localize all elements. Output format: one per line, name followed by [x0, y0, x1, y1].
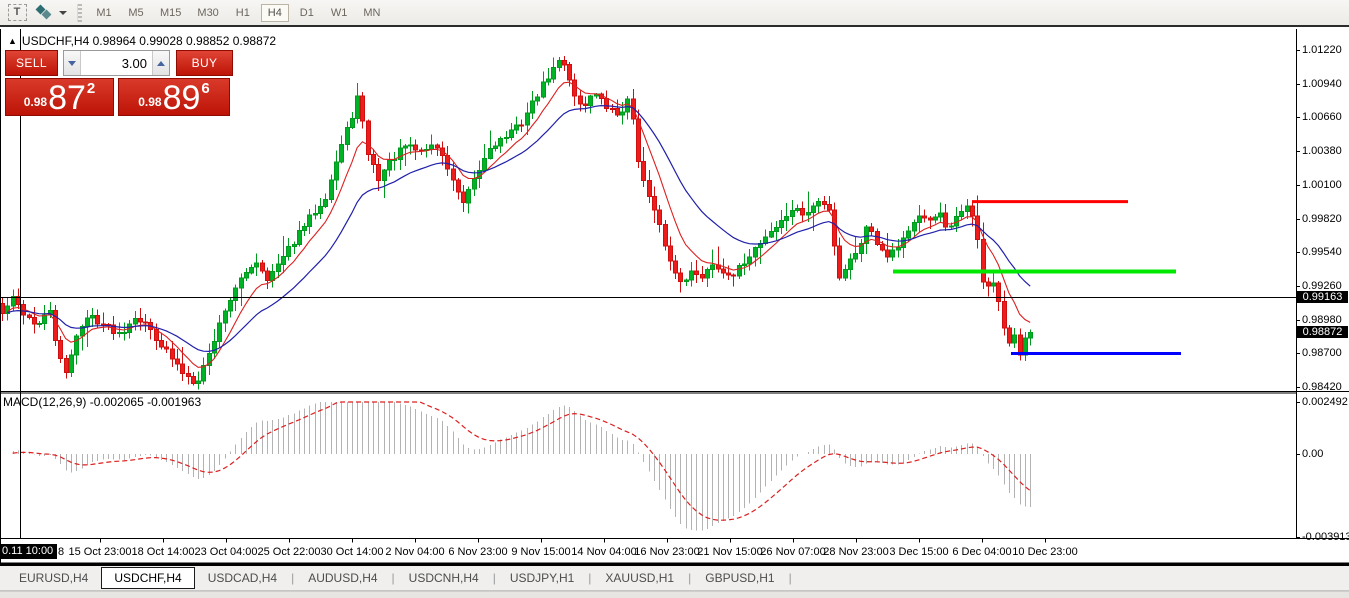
time-axis-tick-label: 2 Nov 04:00 — [385, 546, 445, 558]
price-axis-tick: 1.00940 — [1302, 77, 1342, 90]
triangle-down-icon — [68, 60, 76, 66]
time-axis-tick-label: 25 Oct 22:00 — [257, 546, 321, 558]
time-axis-tick-label: 30 Oct 14:00 — [320, 546, 384, 558]
tab-usdcad-h4[interactable]: USDCAD,H4 — [195, 568, 290, 588]
time-axis-tick-label: 18 Oct 14:00 — [131, 546, 195, 558]
time-axis-tick-label: 3 Dec 15:00 — [889, 546, 949, 558]
volume-stepper — [63, 50, 170, 76]
dropdown-caret-icon[interactable] — [59, 10, 67, 15]
tab-xauusd-h1[interactable]: XAUUSD,H1 — [592, 568, 687, 588]
symbol-ohlc-text: USDCHF,H4 0.98964 0.99028 0.98852 0.9887… — [21, 34, 277, 48]
buy-price-prefix: 0.98 — [138, 95, 162, 109]
sell-price-big: 87 — [48, 79, 86, 117]
mt4-terminal: T M1 M5 M15 M30 H1 H4 D1 W1 MN ▲ USDCHF,H4 0.989… — [0, 0, 1349, 598]
tab-usdcnh-h4[interactable]: USDCNH,H4 — [396, 568, 492, 588]
sell-price-box[interactable]: 0.98 87 2 — [5, 78, 114, 116]
price-axis-tick: 0.98980 — [1302, 313, 1342, 326]
price-axis-tick: 1.00100 — [1302, 178, 1342, 191]
time-axis-tick-label: 6 Dec 04:00 — [952, 546, 1012, 558]
tab-gbpusd-h1[interactable]: GBPUSD,H1 — [692, 568, 787, 588]
price-axis-tick: 0.98700 — [1302, 347, 1342, 360]
toolbar-grip[interactable] — [77, 3, 82, 22]
chart-window: ▲ USDCHF,H4 0.98964 0.99028 0.98852 0.98… — [0, 29, 1349, 566]
volume-decrease-button[interactable] — [64, 51, 81, 75]
price-axis-highlight: 0.99163 — [1297, 290, 1348, 303]
time-axis-tick-label: 9 Nov 15:00 — [511, 546, 571, 558]
timeframe-button-mn[interactable]: MN — [357, 4, 386, 22]
time-axis-tick-label: 6 Nov 23:00 — [448, 546, 508, 558]
macd-axis-tick: 0.002492 — [1302, 396, 1348, 408]
time-axis-highlight: 0.11 10:00 — [0, 544, 58, 559]
time-axis-tick-label: 14 Nov 04:00 — [571, 546, 637, 558]
time-axis-tick-label: 28 Nov 23:00 — [823, 546, 889, 558]
volume-input[interactable] — [81, 51, 152, 75]
sell-button[interactable]: SELL — [5, 50, 58, 76]
toolbar: T M1 M5 M15 M30 H1 H4 D1 W1 MN — [0, 0, 1349, 27]
volume-increase-button[interactable] — [152, 51, 169, 75]
triangle-up-icon — [157, 60, 165, 66]
sell-price-prefix: 0.98 — [23, 95, 48, 109]
price-axis-tick: 0.98420 — [1302, 381, 1342, 394]
time-axis-tick-label: 10 Dec 23:00 — [1012, 546, 1078, 558]
tab-divider: | — [788, 571, 792, 585]
tab-eurusd-h4[interactable]: EURUSD,H4 — [6, 568, 101, 588]
time-axis-tick-label: 16 Nov 23:00 — [634, 546, 700, 558]
timeframe-buttons: M1 M5 M15 M30 H1 H4 D1 W1 MN — [88, 3, 388, 22]
tab-usdchf-h4[interactable]: USDCHF,H4 — [101, 567, 195, 589]
one-click-trading-panel: SELL BUY 0.98 87 2 0.98 89 6 — [5, 50, 234, 116]
symbol-header: ▲ USDCHF,H4 0.98964 0.99028 0.98852 0.98… — [8, 34, 276, 48]
price-axis-tick: 1.01220 — [1302, 43, 1342, 56]
time-axis-tick-label: 23 Oct 04:00 — [194, 546, 258, 558]
time-axis-tick-label: 21 Nov 15:00 — [697, 546, 763, 558]
status-strip — [0, 591, 1349, 598]
time-axis-tick-label: 26 Nov 07:00 — [760, 546, 826, 558]
timeframe-button-h1[interactable]: H1 — [229, 4, 257, 22]
tab-audusd-h4[interactable]: AUDUSD,H4 — [295, 568, 390, 588]
ma-slow-line — [7, 104, 1031, 353]
macd-axis-tick: 0.00 — [1302, 448, 1324, 460]
tab-usdjpy-h1[interactable]: USDJPY,H1 — [497, 568, 587, 588]
macd-axis-tick: -0.003913 — [1302, 531, 1349, 543]
chart-template-icon[interactable]: T — [6, 3, 28, 22]
timeframe-button-m5[interactable]: M5 — [122, 4, 150, 22]
timeframe-button-m15[interactable]: M15 — [154, 4, 187, 22]
price-axis-tick: 0.99540 — [1302, 246, 1342, 259]
timeframe-button-d1[interactable]: D1 — [293, 4, 321, 22]
time-axis-tick-label: 15 Oct 23:00 — [68, 546, 132, 558]
timeframe-button-m1[interactable]: M1 — [90, 4, 118, 22]
indicators-icon[interactable] — [34, 3, 56, 22]
timeframe-button-w1[interactable]: W1 — [325, 4, 354, 22]
price-axis-tick: 1.00660 — [1302, 111, 1342, 124]
macd-histogram — [13, 402, 1031, 531]
price-axis-highlight: 0.98872 — [1297, 325, 1348, 338]
buy-price-big: 89 — [162, 79, 201, 117]
macd-indicator-label: MACD(12,26,9) -0.002065 -0.001963 — [3, 395, 202, 409]
buy-price-pipette: 6 — [201, 80, 210, 97]
buy-price-box[interactable]: 0.98 89 6 — [118, 78, 230, 116]
time-axis-partial-label: 8 — [58, 546, 65, 558]
buy-button[interactable]: BUY — [176, 50, 233, 76]
timeframe-button-m30[interactable]: M30 — [191, 4, 224, 22]
price-axis-tick: 0.99820 — [1302, 212, 1342, 225]
timeframe-button-h4[interactable]: H4 — [260, 3, 289, 22]
collapse-panel-icon[interactable]: ▲ — [8, 36, 17, 46]
price-axis-tick: 1.00380 — [1302, 145, 1342, 158]
chart-tabbar: EURUSD,H4 USDCHF,H4 USDCAD,H4 | AUDUSD,H4 | US… — [0, 566, 1349, 591]
sell-price-pipette: 2 — [86, 80, 96, 97]
